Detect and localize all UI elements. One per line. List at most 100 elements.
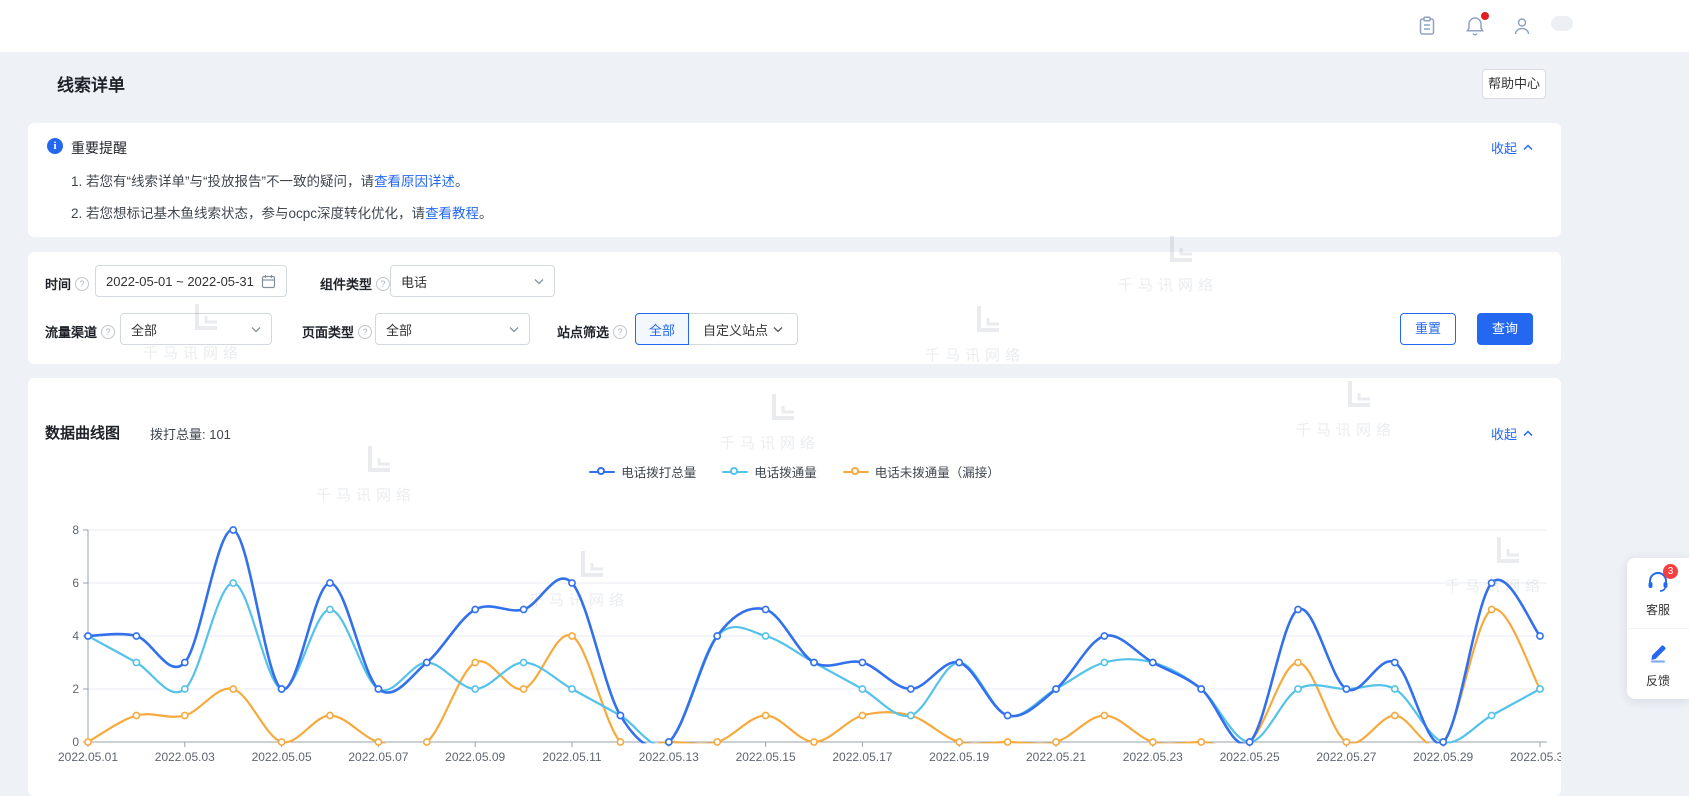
notification-dot	[1481, 12, 1489, 20]
question-icon[interactable]: ?	[75, 277, 89, 291]
line-chart: 024682022.05.012022.05.032022.05.052022.…	[45, 468, 1561, 768]
topbar	[0, 0, 1689, 52]
chevron-up-icon	[1523, 430, 1533, 437]
data-point	[908, 686, 914, 692]
component-type-select[interactable]: 电话	[390, 265, 555, 297]
data-point	[85, 739, 91, 745]
data-point	[956, 659, 962, 665]
data-point	[1053, 739, 1059, 745]
data-point	[859, 686, 865, 692]
x-axis-label: 2022.05.29	[1413, 750, 1473, 764]
chart-total-calls: 拨打总量: 101	[150, 424, 231, 443]
data-point	[472, 686, 478, 692]
data-point	[85, 633, 91, 639]
x-axis-label: 2022.05.31	[1510, 750, 1561, 764]
page-type-select[interactable]: 全部	[375, 313, 530, 345]
data-point	[1392, 659, 1398, 665]
x-axis-label: 2022.05.25	[1220, 750, 1280, 764]
customer-service-badge: 3	[1663, 564, 1678, 579]
x-axis-label: 2022.05.23	[1123, 750, 1183, 764]
chart-collapse-button[interactable]: 收起	[1491, 424, 1533, 443]
chart-title: 数据曲线图	[45, 422, 120, 443]
data-point	[182, 686, 188, 692]
data-point	[1198, 686, 1204, 692]
data-point	[1101, 712, 1107, 718]
data-point	[1005, 712, 1011, 718]
x-axis-label: 2022.05.13	[639, 750, 699, 764]
data-point	[1489, 580, 1495, 586]
notice-collapse-button[interactable]: 收起	[1491, 138, 1533, 157]
svg-text:4: 4	[72, 629, 79, 643]
data-point	[230, 580, 236, 586]
chart-card: 数据曲线图 拨打总量: 101 收起 电话拨打总量电话拨通量电话未拨通量（漏接）…	[28, 378, 1561, 796]
data-point	[521, 606, 527, 612]
feedback-button[interactable]: 反馈	[1627, 628, 1689, 699]
data-point	[1295, 606, 1301, 612]
site-filter-custom-button[interactable]: 自定义站点	[688, 313, 798, 345]
data-point	[859, 712, 865, 718]
data-point	[1150, 739, 1156, 745]
notice-link-tutorial[interactable]: 查看教程	[425, 206, 479, 221]
customer-service-button[interactable]: 3 客服	[1627, 558, 1689, 628]
filter-label-site-filter: 站点筛选?	[557, 322, 627, 341]
x-axis-label: 2022.05.09	[445, 750, 505, 764]
avatar-placeholder[interactable]	[1551, 16, 1573, 31]
data-point	[617, 712, 623, 718]
svg-text:6: 6	[72, 576, 79, 590]
reset-button[interactable]: 重置	[1400, 313, 1456, 345]
data-point	[763, 633, 769, 639]
notice-title: 重要提醒	[71, 138, 127, 158]
filter-label-traffic-channel: 流量渠道?	[45, 322, 115, 341]
series-line	[88, 530, 1540, 747]
x-axis-label: 2022.05.05	[252, 750, 312, 764]
clipboard-icon[interactable]	[1416, 15, 1438, 37]
question-icon[interactable]: ?	[101, 325, 115, 339]
user-icon[interactable]	[1511, 15, 1533, 37]
notice-link-reason[interactable]: 查看原因详述	[374, 174, 455, 189]
data-point	[617, 739, 623, 745]
data-point	[1295, 686, 1301, 692]
query-button[interactable]: 查询	[1477, 313, 1533, 345]
data-point	[472, 659, 478, 665]
data-point	[1537, 686, 1543, 692]
data-point	[908, 712, 914, 718]
help-center-button[interactable]: 帮助中心	[1482, 69, 1546, 99]
data-point	[1198, 739, 1204, 745]
data-point	[327, 606, 333, 612]
x-axis-label: 2022.05.01	[58, 750, 118, 764]
notice-item: 1. 若您有“线索详单”与“投放报告”不一致的疑问，请查看原因详述。	[71, 170, 469, 190]
data-point	[714, 739, 720, 745]
question-icon[interactable]: ?	[358, 325, 372, 339]
data-point	[569, 686, 575, 692]
question-icon[interactable]: ?	[376, 277, 390, 291]
site-filter-all-button[interactable]: 全部	[635, 313, 689, 345]
x-axis-label: 2022.05.19	[929, 750, 989, 764]
data-point	[1537, 633, 1543, 639]
data-point	[1005, 739, 1011, 745]
data-point	[375, 686, 381, 692]
x-axis-label: 2022.05.21	[1026, 750, 1086, 764]
filter-label-page-type: 页面类型?	[302, 322, 372, 341]
data-point	[521, 659, 527, 665]
chevron-down-icon	[251, 326, 261, 333]
x-axis-label: 2022.05.27	[1316, 750, 1376, 764]
data-point	[811, 739, 817, 745]
data-point	[327, 580, 333, 586]
data-point	[859, 659, 865, 665]
x-axis-label: 2022.05.07	[348, 750, 408, 764]
traffic-channel-select[interactable]: 全部	[120, 313, 272, 345]
data-point	[1101, 633, 1107, 639]
question-icon[interactable]: ?	[613, 325, 627, 339]
page-title: 线索详单	[57, 71, 125, 96]
data-point	[956, 739, 962, 745]
data-point	[182, 712, 188, 718]
bell-icon[interactable]	[1464, 15, 1486, 37]
data-point	[375, 739, 381, 745]
date-range-input[interactable]: 2022-05-01 ~ 2022-05-31	[95, 265, 287, 297]
chevron-down-icon	[509, 326, 519, 333]
data-point	[569, 633, 575, 639]
x-axis-label: 2022.05.11	[542, 750, 601, 764]
data-point	[1295, 659, 1301, 665]
data-point	[279, 686, 285, 692]
filter-card: 时间? 2022-05-01 ~ 2022-05-31 组件类型? 电话 流量渠…	[28, 252, 1561, 364]
